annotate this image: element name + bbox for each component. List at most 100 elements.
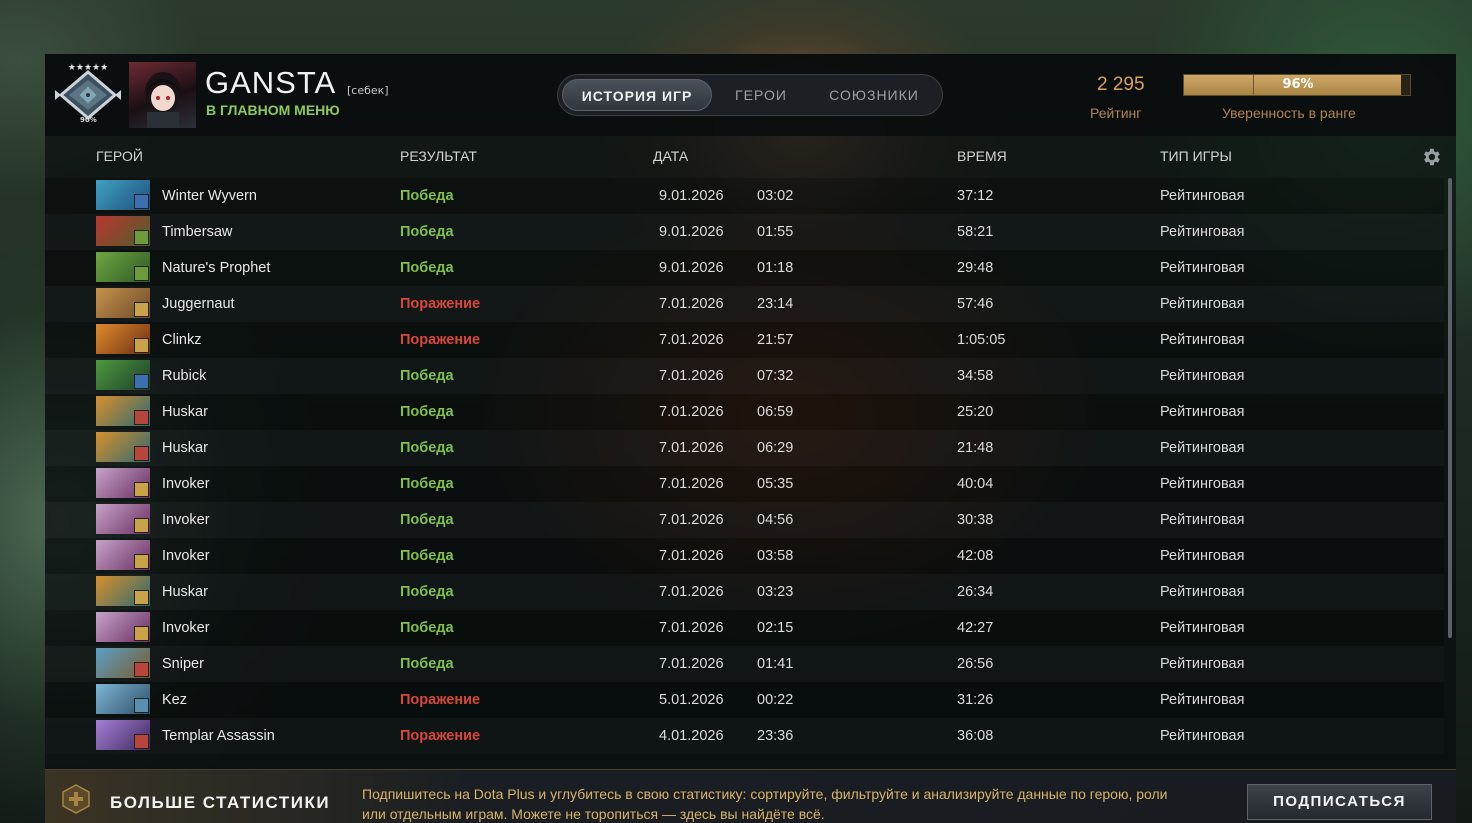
match-result: Поражение bbox=[400, 692, 481, 708]
match-result: Победа bbox=[400, 584, 454, 600]
match-duration: 25:20 bbox=[957, 404, 994, 420]
subscribe-button[interactable]: ПОДПИСАТЬСЯ bbox=[1247, 784, 1432, 820]
match-type: Рейтинговая bbox=[1160, 656, 1245, 672]
table-row[interactable]: Huskar Победа 7.01.2026 06:29 21:48 Рейтингов… bbox=[45, 430, 1444, 466]
table-row[interactable]: Clinkz Поражение 7.01.2026 21:57 1:05:05 Рейт… bbox=[45, 322, 1444, 358]
tab-match-history[interactable]: ИСТОРИЯ ИГР bbox=[562, 79, 712, 111]
role-icon bbox=[134, 698, 149, 713]
match-type: Рейтинговая bbox=[1160, 260, 1245, 276]
match-time: 05:35 bbox=[757, 476, 794, 492]
match-date: 7.01.2026 bbox=[659, 296, 724, 312]
match-duration: 36:08 bbox=[957, 728, 994, 744]
table-row[interactable]: Nature's Prophet Победа 9.01.2026 01:18 29:4… bbox=[45, 250, 1444, 286]
table-row[interactable]: Rubick Победа 7.01.2026 07:32 34:58 Рейтингов… bbox=[45, 358, 1444, 394]
player-tag: [себек] bbox=[347, 84, 389, 97]
column-header-result[interactable]: РЕЗУЛЬТАТ bbox=[400, 148, 477, 164]
match-date: 7.01.2026 bbox=[659, 440, 724, 456]
match-time: 03:02 bbox=[757, 188, 794, 204]
hero-name: Kez bbox=[162, 692, 187, 708]
dota-plus-banner: БОЛЬШЕ СТАТИСТИКИ Подпишитесь на Dota Pl… bbox=[45, 769, 1456, 823]
column-header-hero[interactable]: ГЕРОЙ bbox=[96, 148, 143, 164]
rank-confidence-percent: 96% bbox=[1282, 77, 1314, 92]
player-name[interactable]: GANSTA bbox=[205, 65, 336, 101]
match-type: Рейтинговая bbox=[1160, 224, 1245, 240]
match-date: 5.01.2026 bbox=[659, 692, 724, 708]
match-type: Рейтинговая bbox=[1160, 440, 1245, 456]
hero-name: Sniper bbox=[162, 656, 204, 672]
match-time: 23:14 bbox=[757, 296, 794, 312]
table-row[interactable]: Invoker Победа 7.01.2026 03:58 42:08 Рейтинго… bbox=[45, 538, 1444, 574]
column-header-duration[interactable]: ВРЕМЯ bbox=[957, 148, 1007, 164]
column-header-date[interactable]: ДАТА bbox=[653, 148, 688, 164]
match-date: 9.01.2026 bbox=[659, 260, 724, 276]
match-date: 9.01.2026 bbox=[659, 224, 724, 240]
role-icon bbox=[134, 482, 149, 497]
match-time: 23:36 bbox=[757, 728, 794, 744]
hero-name: Invoker bbox=[162, 512, 210, 528]
table-row[interactable]: Winter Wyvern Победа 9.01.2026 03:02 37:12 Ре… bbox=[45, 178, 1444, 214]
match-type: Рейтинговая bbox=[1160, 512, 1245, 528]
gear-icon[interactable] bbox=[1420, 146, 1442, 168]
match-date: 7.01.2026 bbox=[659, 512, 724, 528]
match-type: Рейтинговая bbox=[1160, 584, 1245, 600]
hero-name: Invoker bbox=[162, 476, 210, 492]
table-row[interactable]: Invoker Победа 7.01.2026 02:15 42:27 Рейтинго… bbox=[45, 610, 1444, 646]
match-result: Поражение bbox=[400, 296, 481, 312]
scrollbar[interactable] bbox=[1448, 178, 1452, 638]
table-row[interactable]: Sniper Победа 7.01.2026 01:41 26:56 Рейтингов… bbox=[45, 646, 1444, 682]
match-duration: 42:08 bbox=[957, 548, 994, 564]
hero-name: Huskar bbox=[162, 404, 208, 420]
match-duration: 34:58 bbox=[957, 368, 994, 384]
match-time: 01:18 bbox=[757, 260, 794, 276]
table-row[interactable]: Templar Assassin Поражение 4.01.2026 23:36 3… bbox=[45, 718, 1444, 754]
tab-heroes[interactable]: ГЕРОИ bbox=[720, 79, 802, 111]
table-row[interactable]: Invoker Победа 7.01.2026 04:56 30:38 Рейтинго… bbox=[45, 502, 1444, 538]
match-duration: 26:34 bbox=[957, 584, 994, 600]
hero-name: Huskar bbox=[162, 440, 208, 456]
match-result: Победа bbox=[400, 368, 454, 384]
match-result: Победа bbox=[400, 440, 454, 456]
match-result: Победа bbox=[400, 404, 454, 420]
match-time: 02:15 bbox=[757, 620, 794, 636]
match-date: 7.01.2026 bbox=[659, 332, 724, 348]
column-header-game-type[interactable]: ТИП ИГРЫ bbox=[1160, 148, 1232, 164]
match-duration: 26:56 bbox=[957, 656, 994, 672]
avatar[interactable] bbox=[129, 62, 196, 128]
match-type: Рейтинговая bbox=[1160, 404, 1245, 420]
rank-percent: 90% bbox=[80, 116, 97, 124]
table-row[interactable]: Huskar Победа 7.01.2026 06:59 25:20 Рейтингов… bbox=[45, 394, 1444, 430]
role-icon bbox=[134, 410, 149, 425]
tab-allies[interactable]: СОЮЗНИКИ bbox=[810, 79, 938, 111]
table-row[interactable]: Timbersaw Победа 9.01.2026 01:55 58:21 Рейтин… bbox=[45, 214, 1444, 250]
table-row[interactable]: Invoker Победа 7.01.2026 05:35 40:04 Рейтинго… bbox=[45, 466, 1444, 502]
hero-name: Nature's Prophet bbox=[162, 260, 271, 276]
table-row[interactable]: Juggernaut Поражение 7.01.2026 23:14 57:46 Ре… bbox=[45, 286, 1444, 322]
match-time: 07:32 bbox=[757, 368, 794, 384]
role-icon bbox=[134, 626, 149, 641]
role-icon bbox=[134, 302, 149, 317]
match-date: 7.01.2026 bbox=[659, 404, 724, 420]
table-row[interactable]: Huskar Победа 7.01.2026 03:23 26:34 Рейтингов… bbox=[45, 574, 1444, 610]
role-icon bbox=[134, 554, 149, 569]
dota-plus-icon bbox=[62, 784, 90, 814]
match-time: 01:41 bbox=[757, 656, 794, 672]
match-type: Рейтинговая bbox=[1160, 548, 1245, 564]
match-type: Рейтинговая bbox=[1160, 188, 1245, 204]
rating-value: 2 295 bbox=[1097, 74, 1145, 95]
match-time: 03:58 bbox=[757, 548, 794, 564]
table-row[interactable]: Kez Поражение 5.01.2026 00:22 31:26 Рейтингов… bbox=[45, 682, 1444, 718]
match-duration: 30:38 bbox=[957, 512, 994, 528]
match-date: 7.01.2026 bbox=[659, 584, 724, 600]
match-time: 01:55 bbox=[757, 224, 794, 240]
hero-name: Invoker bbox=[162, 548, 210, 564]
match-result: Поражение bbox=[400, 728, 481, 744]
match-date: 7.01.2026 bbox=[659, 548, 724, 564]
match-result: Победа bbox=[400, 188, 454, 204]
hero-name: Timbersaw bbox=[162, 224, 233, 240]
rank-confidence-label: Уверенность в ранге bbox=[1222, 105, 1356, 121]
match-time: 06:59 bbox=[757, 404, 794, 420]
svg-text:★★★★★: ★★★★★ bbox=[68, 63, 108, 73]
match-duration: 29:48 bbox=[957, 260, 994, 276]
role-icon bbox=[134, 194, 149, 209]
match-type: Рейтинговая bbox=[1160, 368, 1245, 384]
